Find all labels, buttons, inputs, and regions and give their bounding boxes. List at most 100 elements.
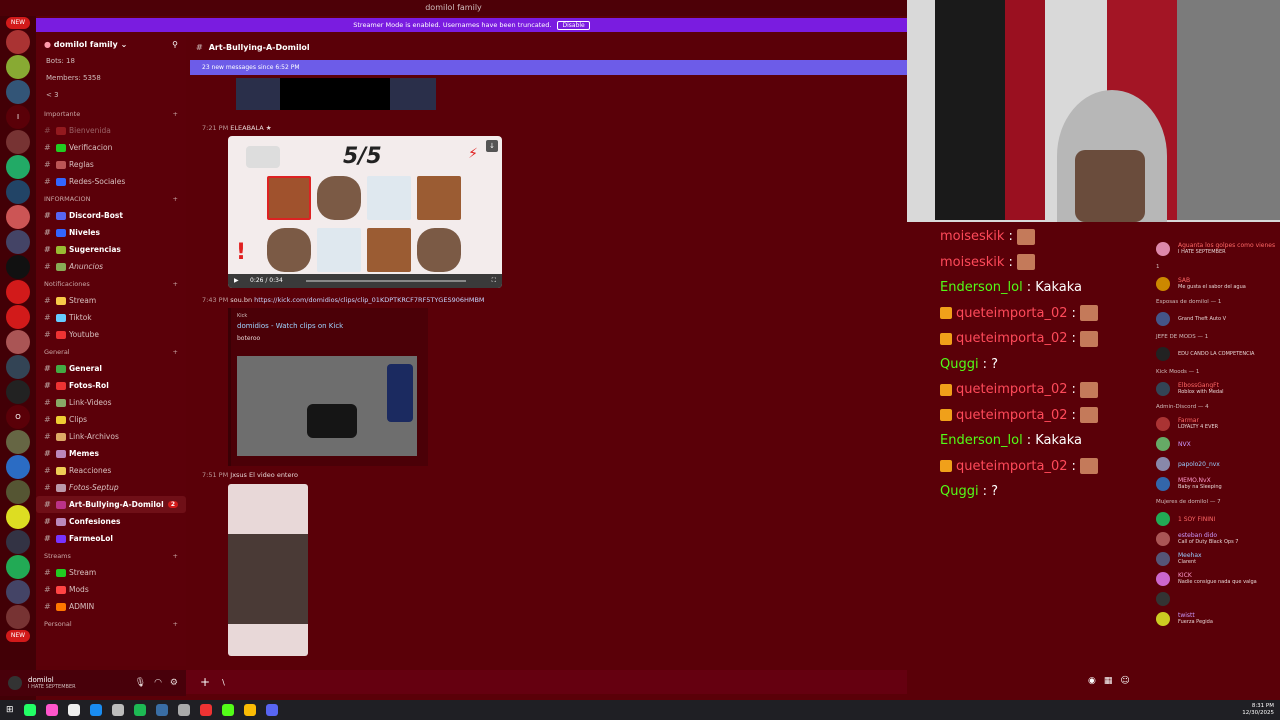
member-item[interactable]: Meehax Clarent [1150, 549, 1280, 569]
channel-category[interactable]: Streams + [36, 547, 186, 564]
chat-username[interactable]: queteimporta_02 [956, 408, 1068, 423]
member-item[interactable]: 1 SOY FININI [1150, 509, 1280, 529]
channel-item[interactable]: # Reacciones [36, 462, 186, 479]
chat-username[interactable]: Quggi [940, 484, 979, 499]
channel-item[interactable]: # Bienvenida [36, 122, 186, 139]
add-channel-icon[interactable]: + [173, 348, 178, 356]
system-clock[interactable]: 8:31 PM 12/30/2025 [1242, 703, 1274, 717]
channel-item[interactable]: # Fotos-Rol [36, 377, 186, 394]
embed-thumbnail[interactable] [237, 356, 417, 456]
server-icon[interactable] [6, 430, 30, 454]
previous-image[interactable] [236, 78, 436, 110]
chat-username[interactable]: queteimporta_02 [956, 306, 1068, 321]
member-item[interactable]: esteban dido Call of Duty Black Ops 7 [1150, 529, 1280, 549]
server-icon[interactable] [6, 555, 30, 579]
member-item[interactable]: twistt Fuerza Pegida [1150, 609, 1280, 629]
video-attachment[interactable] [228, 484, 308, 656]
member-item[interactable]: Farmar LOYALTY 4 EVER [1150, 414, 1280, 434]
server-icon[interactable] [6, 455, 30, 479]
sticker-icon[interactable]: ▦ [1104, 676, 1113, 686]
server-icon[interactable] [6, 155, 30, 179]
app-icon[interactable] [133, 704, 146, 716]
disable-streamer-button[interactable]: Disable [557, 20, 590, 30]
channel-category[interactable]: Personal + [36, 615, 186, 632]
channel-item[interactable]: # Memes [36, 445, 186, 462]
chat-username[interactable]: queteimporta_02 [956, 382, 1068, 397]
message-author[interactable]: ELEABALA [230, 124, 263, 132]
server-icon[interactable] [6, 530, 30, 554]
app-icon[interactable] [89, 704, 102, 716]
add-channel-icon[interactable]: + [173, 552, 178, 560]
channel-item[interactable]: # Reglas [36, 156, 186, 173]
member-item[interactable]: ElbossGangFt Roblox with Medal [1150, 379, 1280, 399]
add-channel-icon[interactable]: + [173, 110, 178, 118]
channel-item[interactable]: # FarmeoLol [36, 530, 186, 547]
app-icon[interactable] [177, 704, 190, 716]
message-author[interactable]: sou.bn [230, 296, 252, 304]
plus-icon[interactable]: + [200, 675, 210, 689]
server-icon[interactable] [6, 130, 30, 154]
server-header[interactable]: ● domilol family ⌄ ⚲ [36, 36, 186, 54]
channel-item[interactable]: # Anuncios [36, 258, 186, 275]
game-video[interactable]: 5/5 ⚡ ↓ ! ▶ 0:26 / 0:34 ⛶ [228, 136, 502, 288]
app-icon[interactable] [221, 704, 234, 716]
app-icon[interactable] [199, 704, 212, 716]
server-icon[interactable] [6, 30, 30, 54]
app-icon[interactable] [155, 704, 168, 716]
message-composer[interactable]: + \ [186, 670, 907, 694]
server-icon[interactable] [6, 255, 30, 279]
channel-category[interactable]: Importante + [36, 105, 186, 122]
channel-item[interactable]: # Link-Videos [36, 394, 186, 411]
app-icon[interactable] [23, 704, 36, 716]
channel-item[interactable]: # Youtube [36, 326, 186, 343]
server-icon[interactable] [6, 55, 30, 79]
progress-bar[interactable] [306, 280, 466, 282]
member-item[interactable]: KICK Nadie consigue nada que valga [1150, 569, 1280, 589]
channel-item[interactable]: # Link-Archivos [36, 428, 186, 445]
channel-item[interactable]: # Clips [36, 411, 186, 428]
channel-item[interactable]: # Stream [36, 564, 186, 581]
app-icon[interactable] [45, 704, 58, 716]
chat-username[interactable]: queteimporta_02 [956, 331, 1068, 346]
channel-item[interactable]: # Verificacion [36, 139, 186, 156]
channel-item[interactable]: # Tiktok [36, 309, 186, 326]
member-item[interactable]: papolo20_nvx [1150, 454, 1280, 474]
gif-icon[interactable]: ◉ [1088, 676, 1096, 686]
chat-username[interactable]: moiseskik [940, 229, 1004, 244]
server-icon[interactable] [6, 355, 30, 379]
member-item[interactable]: SAB Me gusta el sabor del agua [1150, 274, 1280, 294]
channel-item[interactable]: # Sugerencias [36, 241, 186, 258]
add-channel-icon[interactable]: + [173, 195, 178, 203]
member-item[interactable]: Aguanta los golpes como vienes I HATE SEP… [1150, 239, 1280, 259]
server-icon[interactable] [6, 480, 30, 504]
channel-item[interactable]: # Stream [36, 292, 186, 309]
emoji-icon[interactable]: ☺ [1120, 676, 1129, 686]
member-item[interactable] [1150, 589, 1280, 609]
channel-item[interactable]: # Redes-Sociales [36, 173, 186, 190]
channel-item[interactable]: # Confesiones [36, 513, 186, 530]
app-icon[interactable] [67, 704, 80, 716]
headphones-icon[interactable]: ◠ [154, 678, 162, 688]
mic-icon[interactable]: 🎙 [135, 678, 146, 688]
embed-title[interactable]: domidios - Watch clips on Kick [231, 319, 428, 333]
channel-item[interactable]: # Mods [36, 581, 186, 598]
server-icon[interactable]: O [6, 405, 30, 429]
chat-username[interactable]: moiseskik [940, 255, 1004, 270]
server-icon[interactable] [6, 580, 30, 604]
start-icon[interactable]: ⊞ [6, 705, 14, 715]
fullscreen-icon[interactable]: ⛶ [492, 274, 496, 288]
chat-username[interactable]: Enderson_lol [940, 280, 1023, 295]
member-item[interactable]: EDU CANDO LA COMPETENCIA [1150, 344, 1280, 364]
app-icon[interactable] [265, 704, 278, 716]
channel-item[interactable]: # Art-Bullying-A-Domilol 2 [36, 496, 186, 513]
app-icon[interactable] [111, 704, 124, 716]
new-messages-bar[interactable]: 23 new messages since 6:52 PM [190, 60, 907, 75]
channel-category[interactable]: General + [36, 343, 186, 360]
server-icon[interactable] [6, 505, 30, 529]
member-item[interactable]: MEMO.NvX Baby na Sleeping [1150, 474, 1280, 494]
server-icon[interactable] [6, 280, 30, 304]
chat-username[interactable]: Enderson_lol [940, 433, 1023, 448]
composer-input[interactable]: \ [222, 678, 225, 687]
video-controls[interactable]: ▶ 0:26 / 0:34 ⛶ [228, 274, 502, 288]
server-icon[interactable]: I [6, 105, 30, 129]
